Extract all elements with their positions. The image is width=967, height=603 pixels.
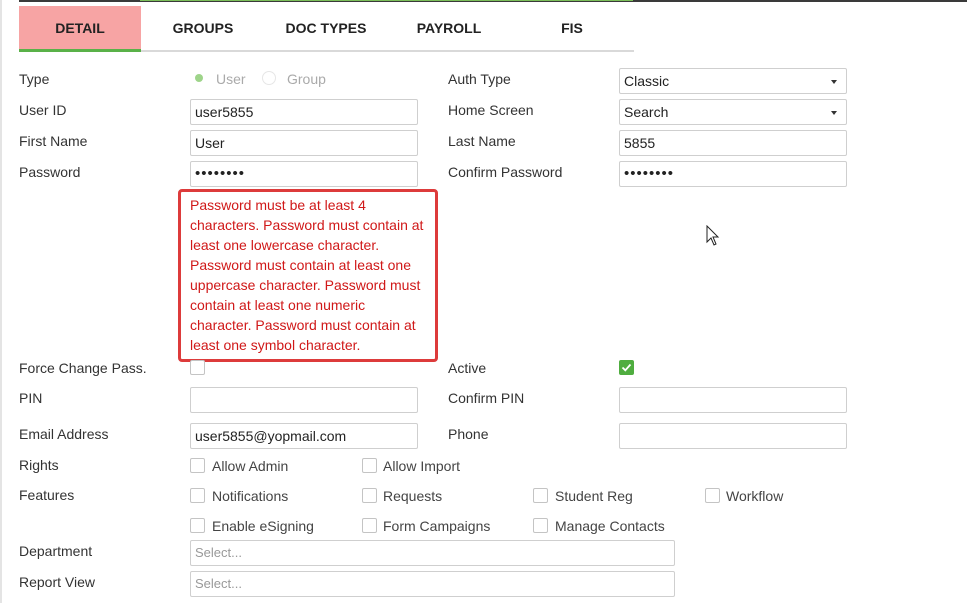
last-name-input[interactable]: 5855 (619, 130, 847, 156)
type-label: Type (19, 71, 50, 87)
confirm-password-label: Confirm Password (448, 164, 563, 180)
home-screen-value: Search (624, 104, 669, 120)
user-id-label: User ID (19, 102, 67, 118)
mouse-cursor-icon (706, 225, 720, 246)
confirm-password-input[interactable]: •••••••• (619, 161, 847, 187)
top-accent-line (140, 0, 633, 1)
email-input[interactable]: user5855@yopmail.com (190, 423, 418, 449)
password-error-message: Password must be at least 4 characters. … (178, 189, 438, 362)
home-screen-select[interactable]: Search (619, 99, 847, 125)
requests-checkbox[interactable] (362, 488, 377, 503)
tab-detail[interactable]: DETAIL (19, 6, 141, 52)
auth-type-select[interactable]: Classic (619, 68, 847, 94)
tab-bar: DETAIL GROUPS DOC TYPES PAYROLL FIS (19, 6, 634, 52)
first-name-label: First Name (19, 133, 88, 149)
tab-groups[interactable]: GROUPS (142, 6, 264, 52)
notifications-checkbox[interactable] (190, 488, 205, 503)
enable-esigning-label: Enable eSigning (212, 518, 314, 534)
features-label: Features (19, 487, 75, 503)
type-group-label: Group (287, 71, 326, 87)
active-checkbox[interactable] (619, 360, 634, 375)
requests-label: Requests (383, 488, 443, 504)
form-campaigns-checkbox[interactable] (362, 518, 377, 533)
auth-type-value: Classic (624, 73, 670, 89)
type-user-radio[interactable] (192, 71, 206, 85)
password-input[interactable]: •••••••• (190, 161, 418, 187)
first-name-input[interactable]: User (190, 130, 418, 156)
type-user-label: User (216, 71, 246, 87)
allow-admin-checkbox[interactable] (190, 458, 205, 473)
allow-import-checkbox[interactable] (362, 458, 377, 473)
manage-contacts-checkbox[interactable] (533, 518, 548, 533)
enable-esigning-checkbox[interactable] (190, 518, 205, 533)
tab-fis[interactable]: FIS (511, 6, 633, 52)
confirm-pin-input[interactable] (619, 387, 847, 413)
student-reg-label: Student Reg (555, 488, 633, 504)
auth-type-label: Auth Type (448, 71, 511, 87)
form-campaigns-label: Form Campaigns (383, 518, 491, 534)
workflow-label: Workflow (726, 488, 784, 504)
chevron-down-icon (831, 80, 837, 84)
force-change-pass-label: Force Change Pass. (19, 360, 147, 376)
last-name-label: Last Name (448, 133, 516, 149)
allow-import-label: Allow Import (383, 458, 461, 474)
chevron-down-icon (831, 111, 837, 115)
left-edge-divider (0, 0, 2, 603)
type-group-radio[interactable] (262, 71, 276, 85)
checkmark-icon (621, 363, 632, 372)
department-select[interactable]: Select... (190, 540, 675, 566)
tab-doc-types[interactable]: DOC TYPES (265, 6, 387, 52)
home-screen-label: Home Screen (448, 102, 534, 118)
pin-label: PIN (19, 390, 43, 406)
student-reg-checkbox[interactable] (533, 488, 548, 503)
active-label: Active (448, 360, 487, 376)
report-view-select[interactable]: Select... (190, 571, 675, 597)
notifications-label: Notifications (212, 488, 289, 504)
phone-label: Phone (448, 426, 489, 442)
department-label: Department (19, 543, 93, 559)
tab-payroll[interactable]: PAYROLL (388, 6, 510, 52)
user-id-input[interactable]: user5855 (190, 99, 418, 125)
phone-input[interactable] (619, 423, 847, 449)
workflow-checkbox[interactable] (705, 488, 720, 503)
allow-admin-label: Allow Admin (212, 458, 289, 474)
password-label: Password (19, 164, 81, 180)
rights-label: Rights (19, 457, 59, 473)
manage-contacts-label: Manage Contacts (555, 518, 665, 534)
confirm-pin-label: Confirm PIN (448, 390, 525, 406)
pin-input[interactable] (190, 387, 418, 413)
email-label: Email Address (19, 426, 109, 442)
report-view-label: Report View (19, 574, 96, 590)
force-change-pass-checkbox[interactable] (190, 360, 205, 375)
